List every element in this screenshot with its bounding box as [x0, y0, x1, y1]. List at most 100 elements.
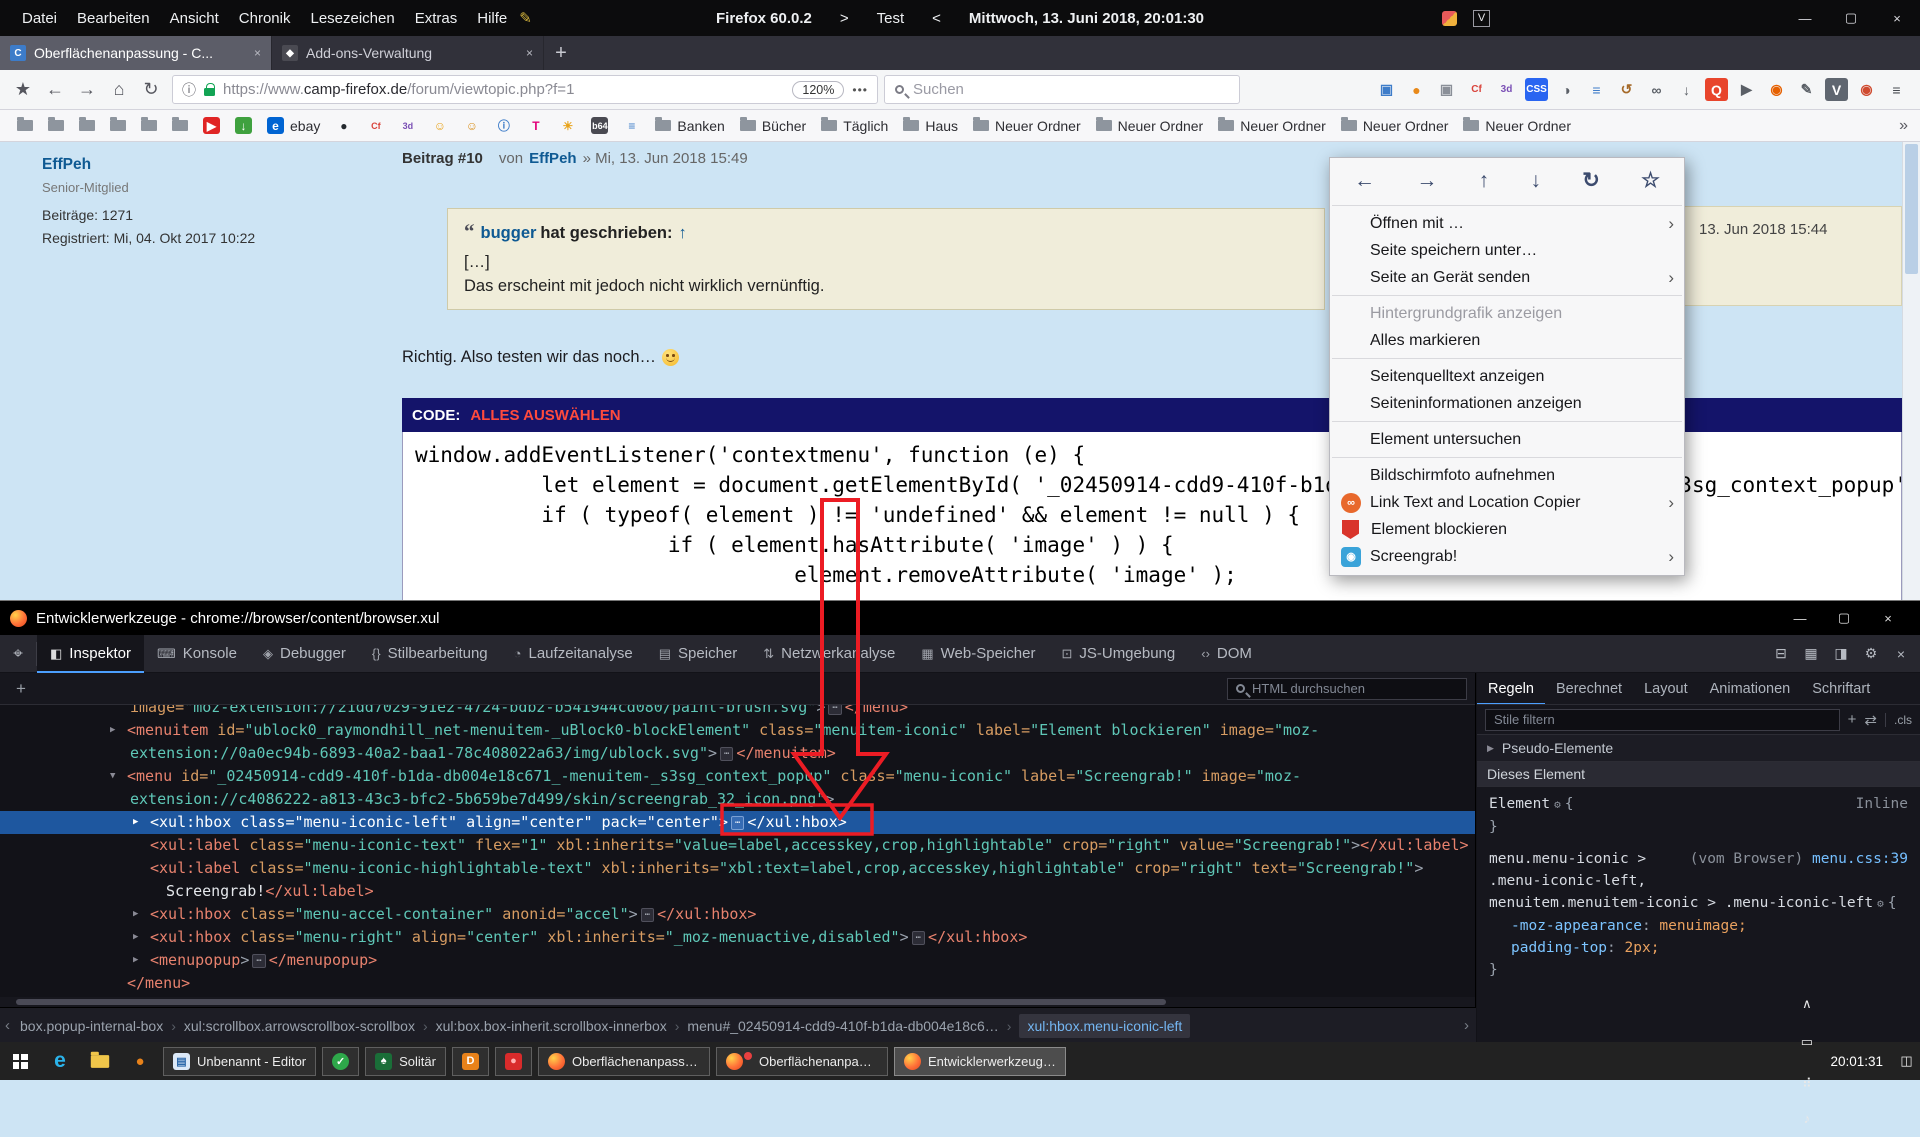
menu-ansicht[interactable]: Ansicht — [160, 10, 229, 27]
tray-expand-icon[interactable]: ∧ — [1793, 985, 1820, 1023]
pick-element-icon[interactable]: ⌖ — [0, 635, 36, 673]
menu-chronik[interactable]: Chronik — [229, 10, 301, 27]
page-actions-icon[interactable]: ••• — [852, 83, 868, 97]
addon-orange-icon[interactable]: ● — [1405, 78, 1428, 101]
menu-extras[interactable]: Extras — [405, 10, 468, 27]
pseudo-elements-header[interactable]: ▶ Pseudo-Elemente — [1477, 735, 1920, 762]
expand-arrow-icon[interactable]: ▶ — [1487, 743, 1494, 754]
tab-addons-verwaltung[interactable]: ◆ Add-ons-Verwaltung × — [272, 36, 544, 70]
split-console-icon[interactable]: ⊟ — [1766, 639, 1796, 669]
context-item-element-untersuchen[interactable]: Element untersuchen — [1330, 426, 1684, 453]
markup-horizontal-scrollbar[interactable] — [0, 997, 1475, 1007]
taskbar-button-solitar[interactable]: ♠Solitär — [365, 1047, 446, 1076]
home-button[interactable]: ⌂ — [104, 75, 134, 105]
markup-line[interactable]: extension://0a0ec94b-6893-40a2-baa1-78c4… — [0, 742, 1475, 765]
bookmarks-overflow-chevron[interactable]: » — [1899, 117, 1910, 135]
expand-arrow-icon[interactable]: ▶ — [133, 926, 138, 949]
breadcrumb-item[interactable]: xul:box.box-inherit.scrollbox-innerbox — [436, 1018, 667, 1034]
devtools-tab-netzwerkanalyse[interactable]: ⇅Netzwerkanalyse — [750, 635, 908, 673]
markup-line[interactable]: extension://c4086222-a813-43c3-bfc2-5b65… — [0, 788, 1475, 811]
expand-arrow-icon[interactable]: ▶ — [133, 903, 138, 926]
quill-icon[interactable]: ✎ — [519, 9, 532, 27]
taskbar-button-d-app-icon[interactable]: D — [452, 1047, 489, 1076]
minimize-button[interactable]: — — [1778, 601, 1822, 635]
down-icon[interactable]: ↓ — [1530, 169, 1541, 193]
rules-tab-berechnet[interactable]: Berechnet — [1545, 673, 1633, 705]
page-info-icon[interactable]: ⓘ — [182, 80, 196, 100]
context-item-seite-an-gerat-senden[interactable]: Seite an Gerät senden› — [1330, 264, 1684, 291]
bookmark-folder-neu3[interactable]: Neuer Ordner — [1211, 115, 1333, 137]
add-node-button[interactable]: + — [8, 679, 34, 699]
breadcrumb-scroll-left-icon[interactable]: ‹ — [5, 1017, 10, 1034]
add-rule-icon[interactable]: + — [1848, 711, 1857, 728]
dock-side-icon[interactable]: ◨ — [1826, 639, 1856, 669]
bookmark-folder-4[interactable] — [103, 117, 133, 134]
markup-line[interactable]: ▶<menupopup>⋯</menupopup> — [0, 949, 1475, 972]
settings-gear-icon[interactable]: ⚙ — [1856, 639, 1886, 669]
firefox-account-icon[interactable]: ◉ — [1765, 78, 1788, 101]
devtools-tab-dom[interactable]: ‹›DOM — [1188, 635, 1265, 673]
css-addon-icon[interactable]: CSS — [1525, 78, 1548, 101]
download-arrow-icon[interactable]: ↓ — [228, 114, 259, 137]
edge-icon[interactable]: e — [40, 1042, 80, 1080]
expand-arrow-icon[interactable]: ▶ — [133, 811, 138, 834]
rules-tab-layout[interactable]: Layout — [1633, 673, 1699, 705]
back-button[interactable]: ← — [40, 75, 70, 105]
expand-arrow-icon[interactable]: ▶ — [133, 949, 138, 972]
https-lock-icon[interactable] — [204, 88, 215, 96]
maximize-button[interactable]: ▢ — [1828, 0, 1874, 36]
rules-tab-animationen[interactable]: Animationen — [1699, 673, 1802, 705]
devtools-titlebar[interactable]: Entwicklerwerkzeuge - chrome://browser/c… — [0, 601, 1920, 635]
launcher-icon[interactable]: ● — [120, 1042, 160, 1080]
hamburger-menu-icon[interactable]: ≡ — [1885, 78, 1908, 101]
css-property[interactable]: padding-top: 2px; — [1489, 937, 1908, 959]
context-item-offnen-mit[interactable]: Öffnen mit …› — [1330, 210, 1684, 237]
info-globe-icon[interactable]: ⓘ — [488, 114, 519, 137]
breadcrumb-item[interactable]: xul:scrollbox.arrowscrollbox-scrollbox — [184, 1018, 415, 1034]
context-item-seitenquelltext-anzeigen[interactable]: Seitenquelltext anzeigen — [1330, 363, 1684, 390]
quote-jump-link[interactable]: ↑ — [678, 224, 686, 242]
notes-folder-icon[interactable]: ▣ — [1435, 78, 1458, 101]
v-extension-icon[interactable]: V — [1473, 10, 1490, 27]
author-profile-link[interactable]: EffPeh — [42, 156, 382, 174]
breadcrumb-item[interactable]: box.popup-internal-box — [20, 1018, 163, 1034]
reload-icon[interactable]: ↻ — [1582, 168, 1600, 193]
campfirefox-icon[interactable]: Cf — [360, 114, 391, 137]
markup-line[interactable]: <xul:label class="menu-iconic-highlighta… — [0, 857, 1475, 880]
markup-line[interactable]: ▶<xul:hbox class="menu-right" align="cen… — [0, 926, 1475, 949]
context-item-seiteninformationen-anzeigen[interactable]: Seiteninformationen anzeigen — [1330, 390, 1684, 417]
collapsed-children-badge[interactable]: ⋯ — [828, 705, 841, 715]
devtools-tab-inspektor[interactable]: ◧Inspektor — [37, 635, 144, 673]
taskbar-button-entwicklerwerkzeuge[interactable]: Entwicklerwerkzeuge ... — [894, 1047, 1066, 1076]
addon-3d-icon[interactable]: 3d — [392, 114, 423, 137]
addon-star-icon[interactable]: ★ — [8, 75, 38, 105]
devtools-tab-debugger[interactable]: ◈Debugger — [250, 635, 359, 673]
rules-tab-schriftart[interactable]: Schriftart — [1801, 673, 1881, 705]
back-icon[interactable]: ← — [1354, 169, 1375, 193]
devtools-tab-web-speicher[interactable]: ▦Web-Speicher — [908, 635, 1048, 673]
post-number[interactable]: Beitrag #10 — [402, 150, 483, 167]
url-bar[interactable]: ⓘ https://www.camp-firefox.de/forum/view… — [172, 75, 878, 104]
menu-lesezeichen[interactable]: Lesezeichen — [300, 10, 404, 27]
context-item-element-blockieren[interactable]: Element blockieren — [1330, 516, 1684, 543]
tray-volume-icon[interactable]: ♪ — [1793, 1099, 1820, 1137]
bookmark-folder-2[interactable] — [41, 117, 71, 134]
rule-gear-icon[interactable]: ⚙ — [1554, 798, 1561, 811]
menu-bearbeiten[interactable]: Bearbeiten — [67, 10, 160, 27]
html-search-input[interactable] — [1252, 681, 1458, 696]
screenshot-pencil-icon[interactable]: ✎ — [1795, 78, 1818, 101]
reader-list-icon[interactable]: ≡ — [1585, 78, 1608, 101]
qwant-icon[interactable]: Q — [1705, 78, 1728, 101]
expand-arrow-icon[interactable]: ▼ — [110, 765, 115, 788]
markup-line[interactable]: ▶<xul:hbox class="menu-accel-container" … — [0, 903, 1475, 926]
markup-line[interactable]: ▼<menu id="_02450914-cdd9-410f-b1da-db00… — [0, 765, 1475, 788]
github-icon[interactable]: ● — [328, 114, 359, 137]
maximize-button[interactable]: ▢ — [1822, 601, 1866, 635]
tab-close-icon[interactable]: × — [254, 46, 261, 60]
forward-icon[interactable]: → — [1416, 169, 1437, 193]
taskbar-button-check-icon[interactable]: ✓ — [322, 1047, 359, 1076]
tab-close-icon[interactable]: × — [526, 46, 533, 60]
explorer-icon[interactable] — [80, 1042, 120, 1080]
context-item-seite-speichern-unter[interactable]: Seite speichern unter… — [1330, 237, 1684, 264]
up-icon[interactable]: ↑ — [1479, 169, 1490, 193]
